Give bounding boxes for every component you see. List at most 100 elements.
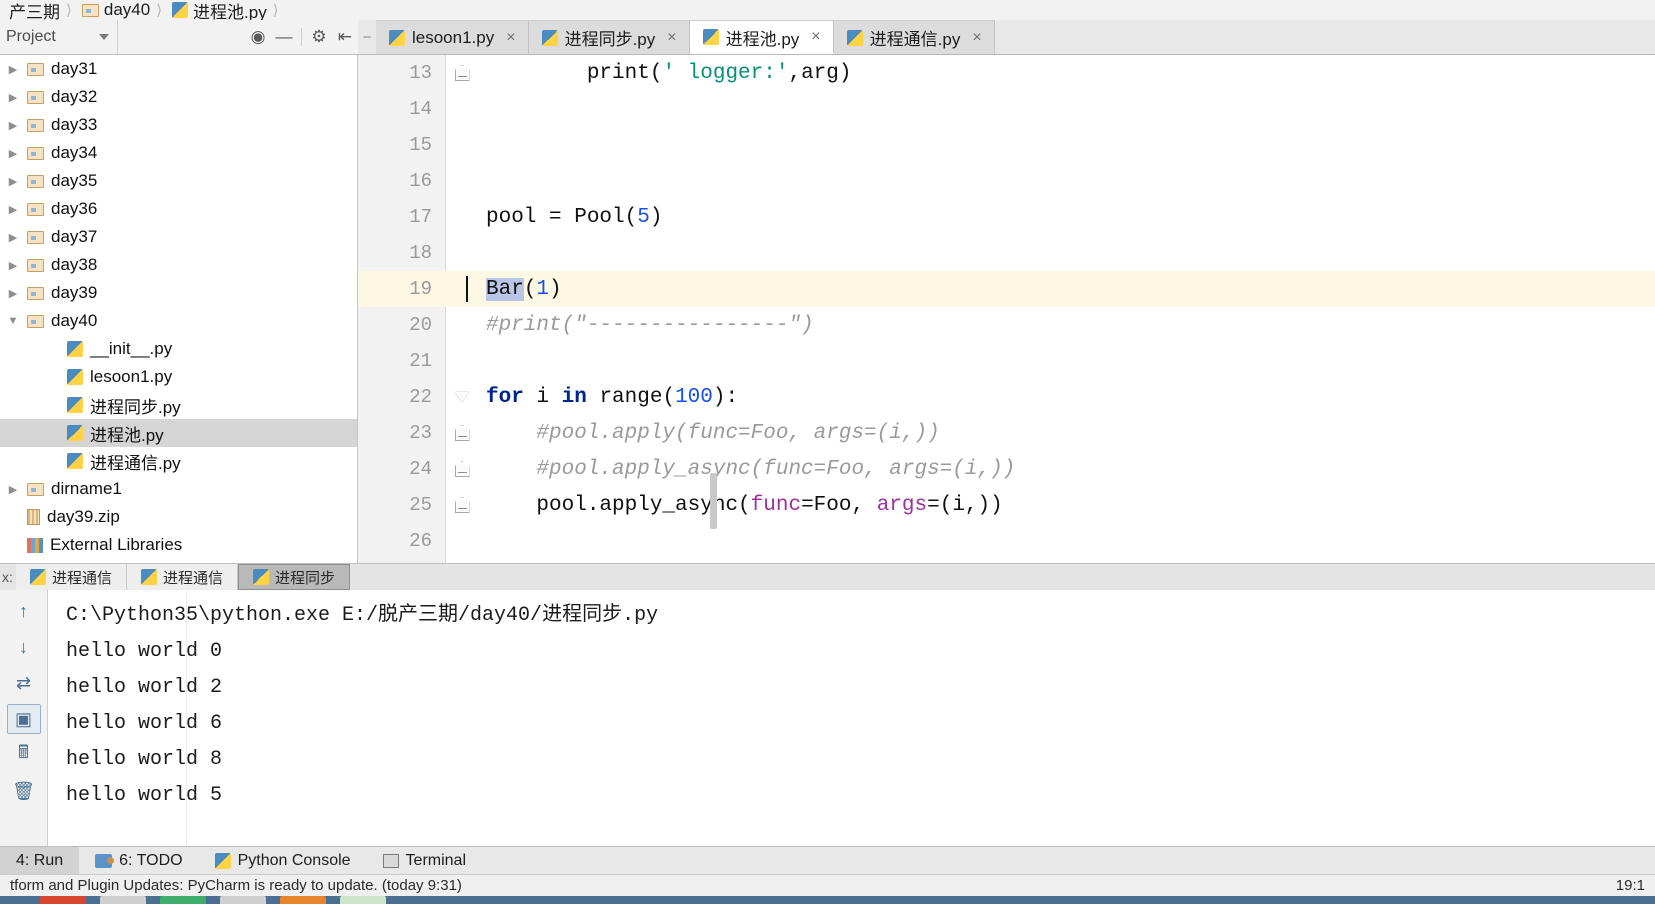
tree-item-label: day38	[51, 255, 98, 274]
chevron-down-icon[interactable]: ▼	[6, 315, 20, 327]
tree-item[interactable]: ▶ day35	[0, 167, 357, 195]
print-icon[interactable]: ▣	[6, 704, 41, 734]
taskbar-app-icon[interactable]	[100, 896, 146, 904]
editor-line[interactable]: 26	[358, 523, 1655, 559]
project-tree[interactable]: ▶ day31 ▶ day32 ▶ day33 ▶ day34 ▶ day35 ▶ day36 ▶ day…	[0, 55, 358, 563]
editor-tab-jinchengtongxin[interactable]: 进程通信.py ×	[833, 20, 995, 54]
tree-item[interactable]: ▶ day39	[0, 279, 357, 307]
editor-line[interactable]: 24 #pool.apply_async(func=Foo, args=(i,)…	[358, 451, 1655, 487]
breadcrumb-item-project[interactable]: 产三期	[0, 0, 60, 21]
fold-region-icon[interactable]	[446, 425, 478, 441]
editor-tab-lesoon1[interactable]: lesoon1.py ×	[376, 20, 529, 54]
editor-line[interactable]: 13 print(' logger:',arg)	[358, 55, 1655, 91]
chevron-right-icon[interactable]: ▶	[6, 231, 20, 244]
tree-item[interactable]: ▶__init__.py	[0, 335, 357, 363]
hide-panel-icon[interactable]: ⇤	[332, 24, 358, 50]
run-tab-overflow-icon[interactable]: x:	[0, 569, 16, 585]
fold-region-icon[interactable]	[446, 461, 478, 477]
chevron-right-icon[interactable]: ▶	[6, 119, 20, 132]
editor-line[interactable]: 22 for i in range(100):	[358, 379, 1655, 415]
tool-window-python-console[interactable]: Python Console	[199, 847, 367, 874]
tree-item[interactable]: ▶ day37	[0, 223, 357, 251]
chevron-right-icon[interactable]: ▶	[6, 203, 20, 216]
taskbar-app-icon[interactable]	[160, 896, 206, 904]
editor-line[interactable]: 20 #print("----------------")	[358, 307, 1655, 343]
chevron-right-icon[interactable]: ▶	[6, 483, 20, 496]
breadcrumb-item-file[interactable]: 进程池.py	[168, 0, 267, 20]
editor-line[interactable]: 25 pool.apply_async(func=Foo, args=(i,))	[358, 487, 1655, 523]
editor-line[interactable]: 14	[358, 91, 1655, 127]
tool-window-run[interactable]: 4: Run	[0, 847, 80, 874]
code-text: pool.apply_async(func=Foo, args=(i,))	[478, 494, 1655, 517]
tool-window-terminal[interactable]: Terminal	[367, 847, 482, 874]
code-token: )	[649, 205, 663, 229]
fold-collapse-icon[interactable]	[446, 392, 478, 402]
tree-item[interactable]: ▶进程池.py	[0, 419, 357, 447]
tree-item[interactable]: ▶lesoon1.py	[0, 363, 357, 391]
editor-tab-jinchengtongbu[interactable]: 进程同步.py ×	[528, 20, 690, 54]
export-icon[interactable]: 🖩	[7, 740, 41, 770]
run-tab-jinchengtongxin-2[interactable]: 进程通信	[127, 564, 239, 590]
code-token: i	[523, 385, 562, 409]
tree-item[interactable]: ▶ dirname1	[0, 475, 357, 503]
tree-item[interactable]: ▶ day32	[0, 83, 357, 111]
folder-icon	[81, 3, 99, 17]
chevron-right-icon[interactable]: ▶	[6, 91, 20, 104]
settings-gear-icon[interactable]: ⚙	[306, 24, 332, 50]
editor-line[interactable]: 17 pool = Pool(5)	[358, 199, 1655, 235]
editor-line[interactable]: 15	[358, 127, 1655, 163]
taskbar-app-icon[interactable]	[340, 896, 386, 904]
folder-icon	[27, 482, 44, 496]
project-view-selector[interactable]: Project	[0, 20, 118, 54]
close-icon[interactable]: ×	[506, 29, 515, 47]
editor-line[interactable]: 18	[358, 235, 1655, 271]
chevron-right-icon[interactable]: ▶	[6, 63, 20, 76]
taskbar-app-icon[interactable]	[280, 896, 326, 904]
fold-region-icon[interactable]	[446, 497, 478, 513]
editor-line[interactable]: 21	[358, 343, 1655, 379]
tree-item[interactable]: ▶ day33	[0, 111, 357, 139]
code-text: print(' logger:',arg)	[478, 62, 1655, 85]
close-icon[interactable]: ×	[667, 29, 676, 47]
tree-item[interactable]: ▼ day40	[0, 307, 357, 335]
close-icon[interactable]: ×	[972, 29, 981, 47]
run-tab-jinchengtongxin-1[interactable]: 进程通信	[16, 564, 128, 590]
tree-item[interactable]: ▶ day34	[0, 139, 357, 167]
tree-item[interactable]: ▶进程通信.py	[0, 447, 357, 475]
tree-item[interactable]: ▶ day36	[0, 195, 357, 223]
editor-line[interactable]: 23 #pool.apply(func=Foo, args=(i,))	[358, 415, 1655, 451]
target-icon[interactable]: ◉	[245, 24, 271, 50]
tool-window-todo[interactable]: 6: TODO	[79, 847, 198, 874]
tree-item[interactable]: ▶进程同步.py	[0, 391, 357, 419]
tree-item[interactable]: ▶External Libraries	[0, 531, 357, 559]
tree-item[interactable]: ▶ day31	[0, 55, 357, 83]
collapse-all-icon[interactable]: ―	[271, 24, 297, 50]
code-token: #print("----------------")	[486, 313, 814, 337]
soft-wrap-icon[interactable]: ⇄	[7, 668, 41, 698]
editor-scrollbar-thumb[interactable]	[710, 473, 717, 529]
folder-icon	[27, 230, 44, 244]
breadcrumb-item-day40[interactable]: day40	[78, 0, 150, 20]
taskbar-app-icon[interactable]	[40, 896, 86, 904]
taskbar-app-icon[interactable]	[220, 896, 266, 904]
close-icon[interactable]: ×	[811, 28, 820, 46]
code-editor[interactable]: 13 print(' logger:',arg) 14 15 16 17 pool = P…	[358, 55, 1655, 563]
chevron-right-icon[interactable]: ▶	[6, 147, 20, 160]
tree-item[interactable]: ▶day39.zip	[0, 503, 357, 531]
scroll-up-icon[interactable]: ↑	[7, 596, 41, 626]
scroll-down-icon[interactable]: ↓	[7, 632, 41, 662]
run-tab-jinchengtongbu[interactable]: 进程同步	[238, 564, 351, 590]
chevron-right-icon[interactable]: ▶	[6, 175, 20, 188]
line-number: 25	[409, 494, 432, 516]
editor-line[interactable]: 16	[358, 163, 1655, 199]
fold-end-icon[interactable]	[446, 65, 478, 81]
console-output[interactable]: C:\Python35\python.exe E:/脱产三期/day40/进程同…	[48, 590, 1655, 846]
chevron-right-icon[interactable]: ▶	[6, 287, 20, 300]
editor-tab-jinchengchi[interactable]: 进程池.py ×	[689, 20, 834, 54]
trash-icon[interactable]: 🗑	[7, 776, 41, 806]
chevron-right-icon[interactable]: ▶	[6, 259, 20, 272]
editor-line[interactable]: 19 Bar(1)	[358, 271, 1655, 307]
tree-item[interactable]: ▶ day38	[0, 251, 357, 279]
line-number: 19	[409, 278, 432, 300]
status-message[interactable]: tform and Plugin Updates: PyCharm is rea…	[10, 877, 462, 894]
